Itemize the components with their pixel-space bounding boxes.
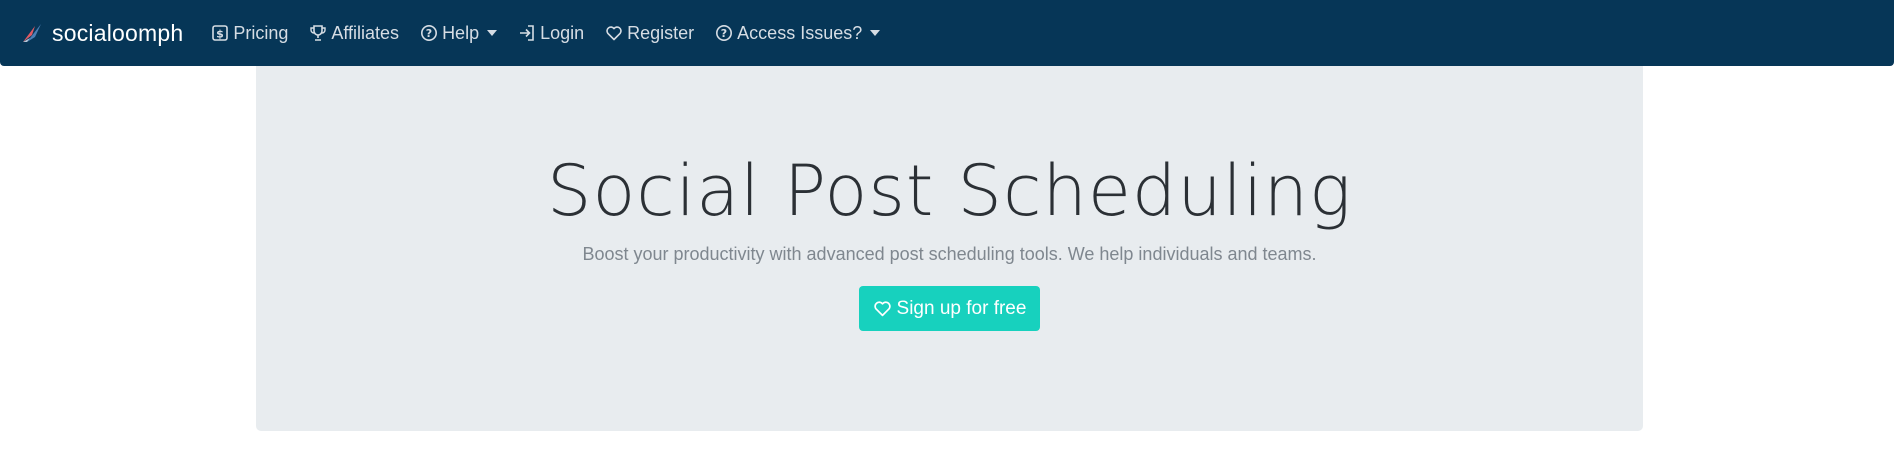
- heart-icon: [606, 26, 622, 41]
- nav-access-issues-label: Access Issues?: [737, 22, 863, 43]
- nav-register-label: Register: [627, 22, 695, 43]
- hero-title: Social Post Scheduling: [547, 150, 1352, 232]
- heart-icon: [873, 301, 891, 317]
- nav-pricing-label: Pricing: [233, 22, 289, 43]
- nav-login-label: Login: [540, 22, 585, 43]
- question-circle-icon: ?: [716, 25, 733, 41]
- nav-pricing[interactable]: $ Pricing: [211, 23, 288, 44]
- nav-affiliates-label: Affiliates: [331, 22, 400, 43]
- nav-login[interactable]: Login: [518, 23, 584, 44]
- paper-plane-logo-icon: [23, 24, 41, 42]
- caret-down-icon: [487, 30, 498, 36]
- sign-up-button[interactable]: Sign up for free: [859, 286, 1040, 331]
- question-circle-icon: ?: [421, 25, 438, 41]
- nav-affiliates[interactable]: Affiliates: [309, 23, 399, 44]
- brand-name: socialoomph: [52, 19, 184, 46]
- sign-in-icon: [520, 25, 534, 41]
- trophy-icon: [310, 25, 327, 41]
- caret-down-icon: [870, 30, 881, 36]
- nav-register[interactable]: Register: [605, 23, 694, 44]
- hero-subtitle: Boost your productivity with advanced po…: [582, 244, 1317, 264]
- brand-link[interactable]: socialoomph: [21, 20, 183, 47]
- nav-help-label: Help: [442, 22, 480, 43]
- dollar-square-icon: $: [212, 25, 229, 41]
- svg-text:?: ?: [426, 27, 432, 40]
- sign-up-label: Sign up for free: [896, 297, 1027, 319]
- svg-text:?: ?: [721, 27, 727, 40]
- nav-access-issues-dropdown[interactable]: ? Access Issues?: [715, 22, 881, 44]
- hero-section: Social Post Scheduling Boost your produc…: [256, 66, 1643, 431]
- nav-help-dropdown[interactable]: ? Help: [420, 22, 498, 44]
- svg-text:$: $: [217, 28, 225, 41]
- main-nav: $ Pricing Affiliates ? Help Login Regist…: [211, 23, 901, 44]
- top-navbar: socialoomph $ Pricing Affiliates ? Help …: [0, 0, 1894, 66]
